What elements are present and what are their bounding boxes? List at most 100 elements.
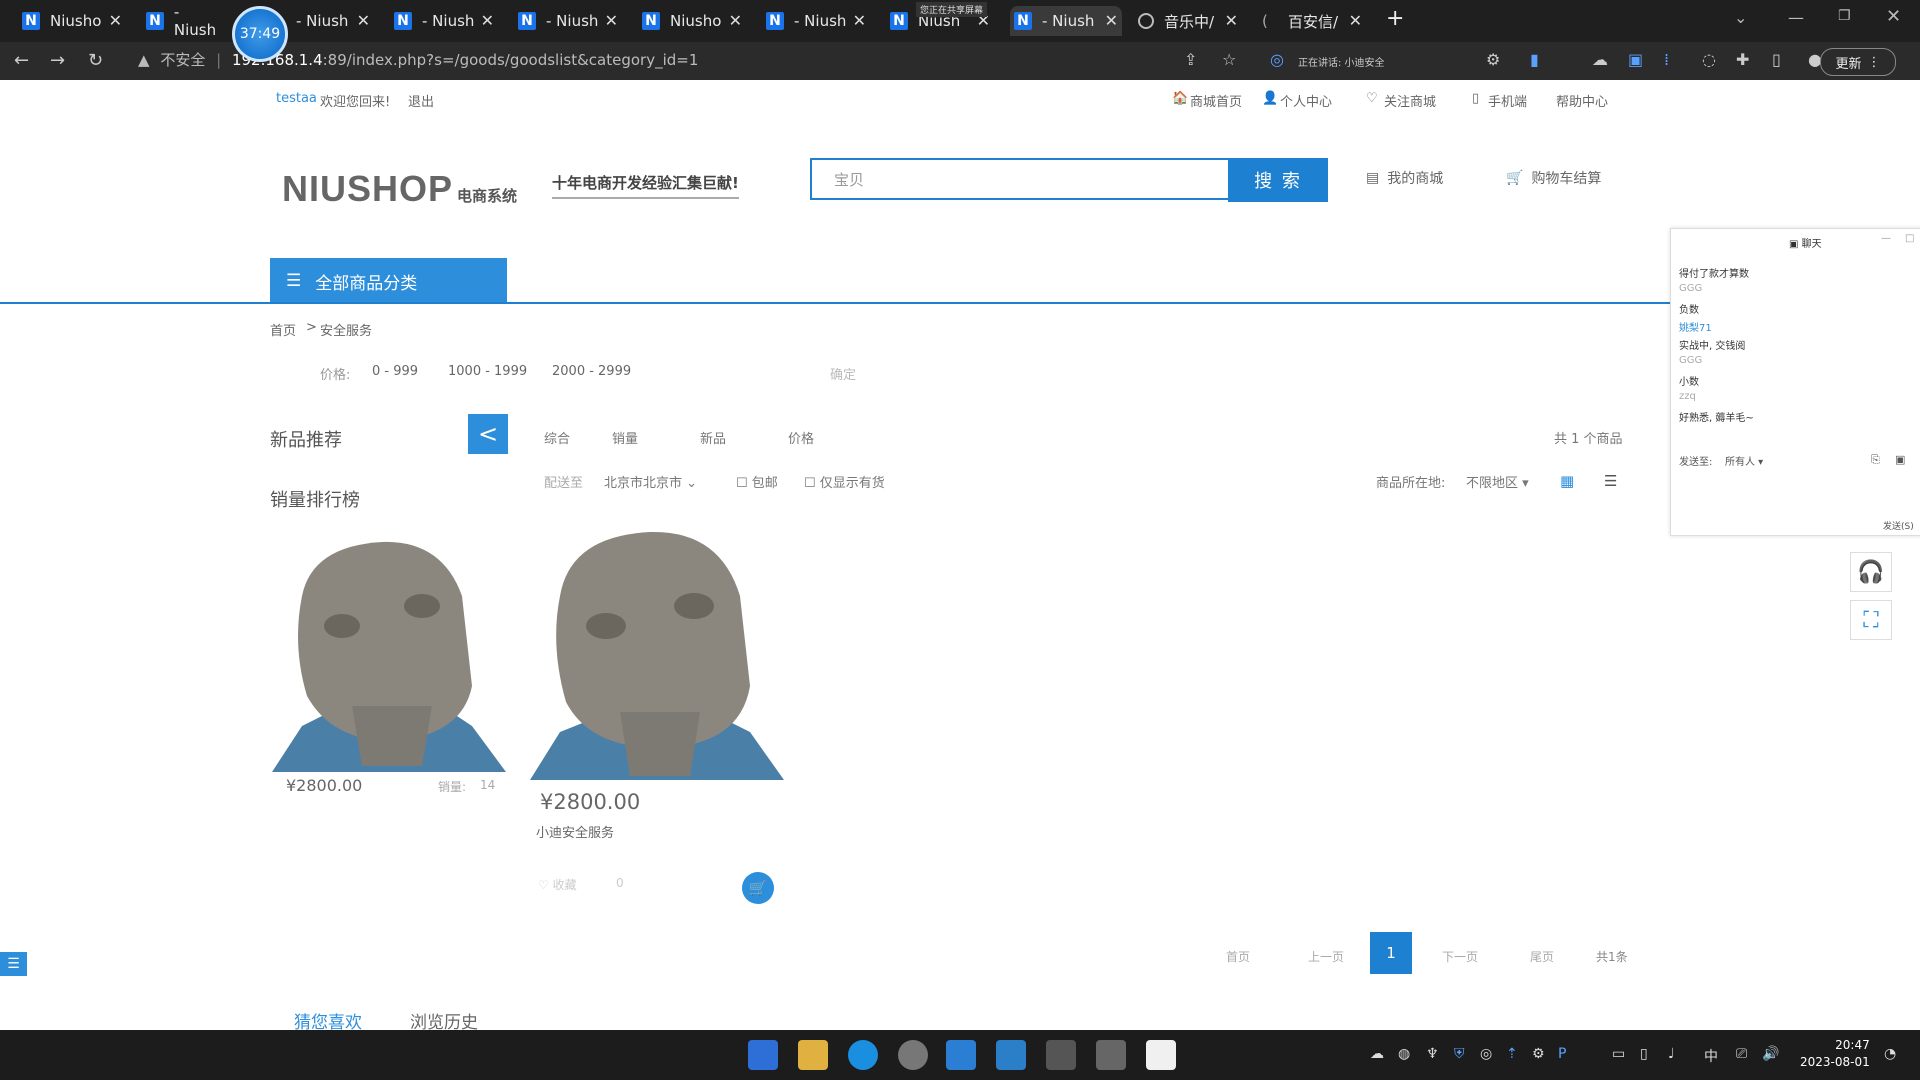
tray-icon[interactable]: ⇡: [1506, 1046, 1518, 1062]
app-icon[interactable]: [1096, 1040, 1126, 1070]
send-button[interactable]: 发送(S): [1883, 519, 1914, 532]
price-range-option[interactable]: 1000 - 1999: [448, 364, 527, 379]
tray-icon[interactable]: ▭: [1612, 1046, 1625, 1062]
all-categories-button[interactable]: ☰ 全部商品分类: [270, 258, 507, 304]
sort-price[interactable]: 价格: [788, 428, 814, 447]
scan-icon[interactable]: ⛶: [1850, 600, 1892, 640]
page-current[interactable]: 1: [1370, 932, 1412, 974]
new-tab-button[interactable]: +: [1386, 6, 1404, 31]
favorite-button[interactable]: ♡ 收藏: [538, 876, 577, 893]
file-explorer-icon[interactable]: [798, 1040, 828, 1070]
back-arrow-icon[interactable]: ←: [14, 50, 29, 71]
cart-link[interactable]: 🛒 购物车结算: [1506, 168, 1601, 188]
page-prev[interactable]: 上一页: [1308, 948, 1344, 965]
minimize-icon[interactable]: —: [1881, 233, 1891, 244]
image-icon[interactable]: ▣: [1895, 453, 1905, 466]
tray-icon[interactable]: ⚙: [1532, 1046, 1545, 1062]
page-first[interactable]: 首页: [1226, 948, 1250, 965]
topbar-link-user-center[interactable]: 个人中心: [1280, 91, 1332, 110]
app-icon[interactable]: [996, 1040, 1026, 1070]
close-icon[interactable]: ✕: [109, 11, 122, 30]
close-icon[interactable]: ✕: [1225, 11, 1238, 30]
reload-icon[interactable]: ↻: [88, 50, 103, 71]
attach-icon[interactable]: ⎘: [1871, 453, 1880, 467]
extension-icon[interactable]: ◌: [1702, 50, 1716, 69]
input-method-indicator[interactable]: 中: [1704, 1046, 1718, 1066]
extension-icon[interactable]: ▮: [1530, 50, 1539, 69]
tray-icon[interactable]: ☁: [1370, 1046, 1384, 1062]
grid-view-icon[interactable]: ▦: [1560, 472, 1574, 490]
search-button[interactable]: 搜 索: [1228, 158, 1328, 202]
url-field[interactable]: ▲ 不安全 | 192.168.1.4:89/index.php?s=/good…: [138, 49, 698, 70]
my-mall-link[interactable]: ▤ 我的商城: [1366, 168, 1443, 188]
bookmark-star-icon[interactable]: ☆: [1222, 50, 1236, 69]
location-select[interactable]: 不限地区 ▾: [1466, 472, 1529, 491]
topbar-link-follow[interactable]: 关注商城: [1384, 91, 1436, 110]
in-stock-checkbox[interactable]: ☐ 仅显示有货: [804, 472, 885, 491]
microphone-icon[interactable]: ♩: [1668, 1046, 1675, 1062]
add-to-cart-icon[interactable]: 🛒: [742, 872, 774, 904]
minimize-icon[interactable]: —: [1788, 8, 1804, 27]
sort-new[interactable]: 新品: [700, 428, 726, 447]
tray-icon[interactable]: ▯: [1640, 1046, 1648, 1062]
browser-tab[interactable]: N Niusho ✕: [642, 6, 742, 36]
puzzle-icon[interactable]: ✚: [1736, 50, 1749, 69]
close-icon[interactable]: ✕: [605, 11, 618, 30]
notification-icon[interactable]: ◔: [1884, 1046, 1896, 1062]
chrome-icon[interactable]: [898, 1040, 928, 1070]
share-icon[interactable]: ⇪: [1184, 50, 1197, 69]
extension-icon[interactable]: ☁: [1592, 50, 1608, 69]
customer-service-icon[interactable]: 🎧: [1850, 552, 1892, 592]
product-name[interactable]: 小迪安全服务: [536, 822, 614, 841]
browser-tab[interactable]: N - Niush ✕: [766, 6, 866, 36]
search-input[interactable]: 宝贝: [810, 158, 1230, 200]
topbar-link-help[interactable]: 帮助中心: [1556, 91, 1608, 110]
tray-icon[interactable]: P: [1558, 1046, 1566, 1062]
sort-comprehensive[interactable]: 综合: [544, 428, 570, 447]
send-to-select[interactable]: 所有人 ▾: [1725, 453, 1763, 468]
browser-tab[interactable]: N - Niush ✕: [394, 6, 494, 36]
window-close-icon[interactable]: ✕: [1886, 6, 1901, 27]
browser-tab[interactable]: - Niush ✕: [296, 6, 370, 36]
update-button[interactable]: 更新 ⋮: [1820, 48, 1896, 76]
ship-to-select[interactable]: 北京市北京市 ⌄: [604, 472, 697, 491]
topbar-link-home[interactable]: 商城首页: [1190, 91, 1242, 110]
price-range-option[interactable]: 2000 - 2999: [552, 364, 631, 379]
sort-sales[interactable]: 销量: [612, 428, 638, 447]
product-image[interactable]: [530, 526, 784, 780]
browser-tab[interactable]: 音乐中/ ✕: [1138, 6, 1238, 36]
browser-tab[interactable]: N - Niush: [146, 3, 226, 39]
browser-tab-active[interactable]: N - Niush ✕: [1010, 6, 1122, 36]
network-icon[interactable]: ⎚: [1736, 1046, 1747, 1062]
app-icon[interactable]: [946, 1040, 976, 1070]
tab-search-icon[interactable]: ⌄: [1734, 8, 1747, 27]
app-icon[interactable]: [1046, 1040, 1076, 1070]
extension-icon[interactable]: ▣: [1628, 50, 1643, 69]
tray-icon[interactable]: ◍: [1398, 1046, 1410, 1062]
site-logo[interactable]: NIUSHOP 电商系统: [282, 168, 517, 210]
start-icon[interactable]: [748, 1040, 778, 1070]
system-clock[interactable]: 20:47 2023-08-01: [1800, 1037, 1870, 1071]
sidebar-icon[interactable]: ▯: [1772, 50, 1781, 69]
price-range-option[interactable]: 0 - 999: [372, 364, 418, 379]
tray-icon[interactable]: ◎: [1480, 1046, 1492, 1062]
extension-icon[interactable]: ◎: [1270, 50, 1284, 69]
volume-icon[interactable]: 🔊: [1762, 1046, 1779, 1062]
close-icon[interactable]: ✕: [1349, 11, 1362, 30]
recording-timer-bubble[interactable]: 37:49: [232, 6, 288, 62]
browser-tab[interactable]: N - Niush ✕: [518, 6, 618, 36]
tray-icon[interactable]: ♆: [1426, 1046, 1439, 1062]
logout-link[interactable]: 退出: [408, 91, 434, 110]
close-icon[interactable]: ✕: [357, 11, 370, 30]
edge-icon[interactable]: [848, 1040, 878, 1070]
list-view-icon[interactable]: ☰: [1604, 472, 1617, 490]
extension-icon[interactable]: ⁞: [1664, 50, 1669, 69]
browser-tab[interactable]: (百安信/ ✕: [1262, 6, 1362, 36]
close-icon[interactable]: ✕: [853, 11, 866, 30]
topbar-link-mobile[interactable]: 手机端: [1488, 91, 1527, 110]
price-confirm-button[interactable]: 确定: [830, 364, 856, 383]
collapse-sidebar-button[interactable]: <: [468, 414, 508, 454]
free-shipping-checkbox[interactable]: ☐ 包邮: [736, 472, 778, 491]
close-icon[interactable]: ✕: [481, 11, 494, 30]
browser-tab[interactable]: N Niusho ✕: [22, 6, 122, 36]
